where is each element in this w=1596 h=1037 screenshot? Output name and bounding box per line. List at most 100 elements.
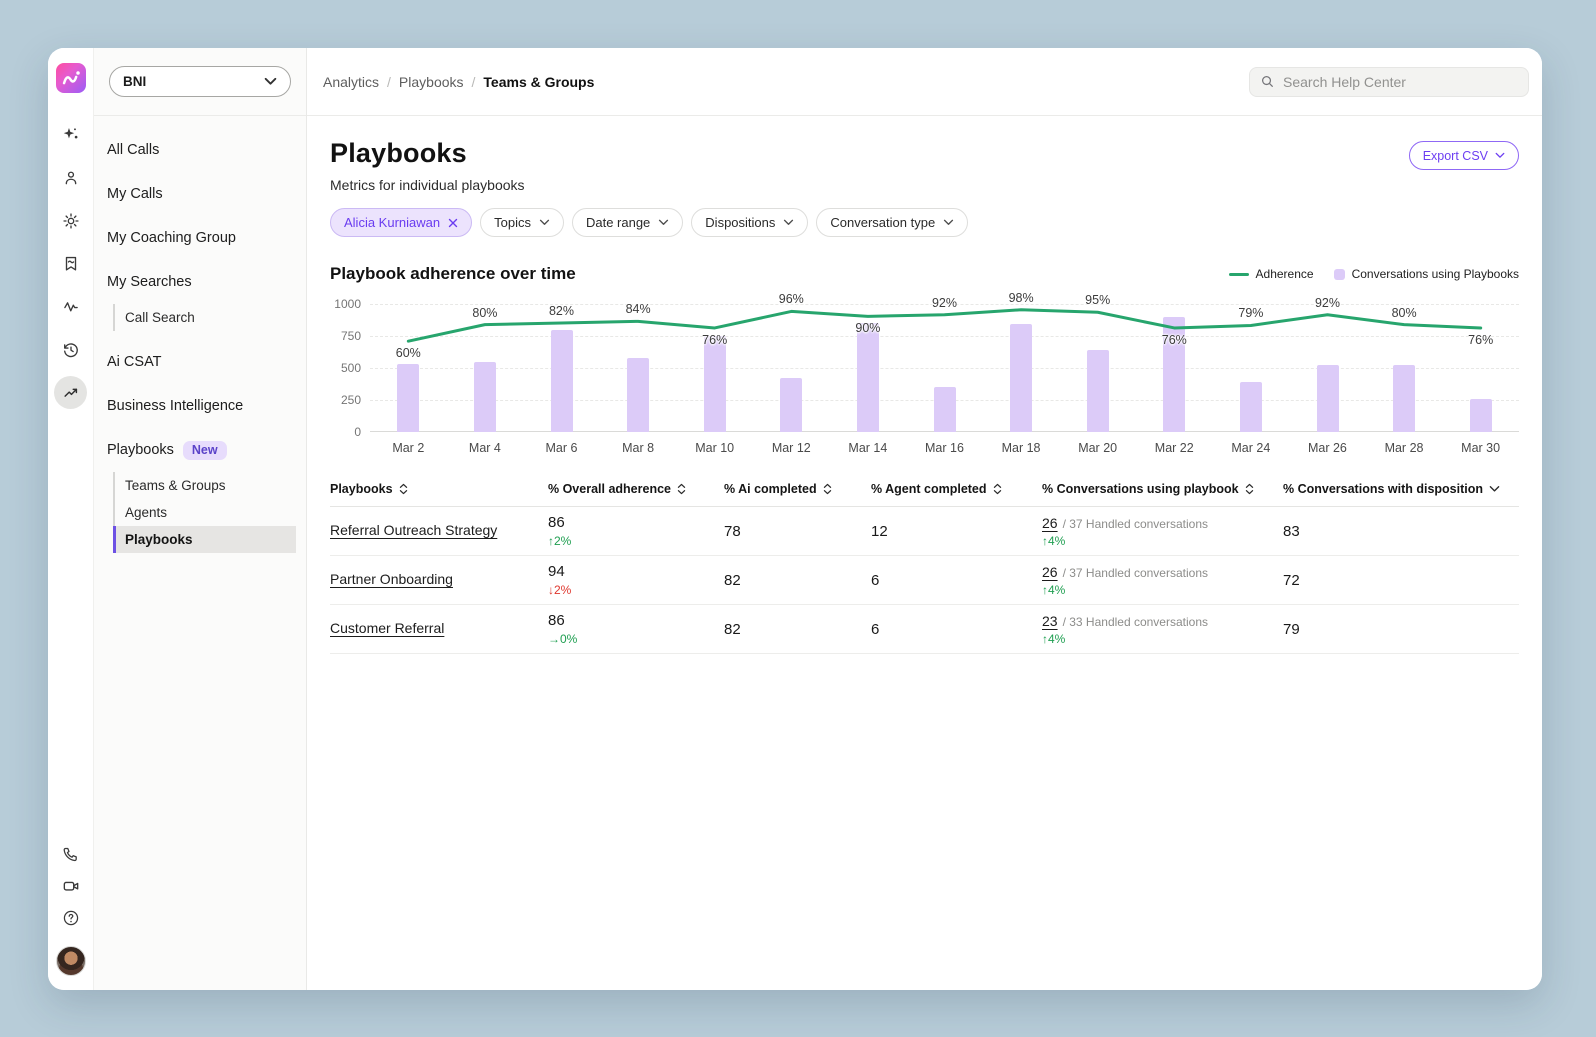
dialpad-ai-logo-icon[interactable] — [56, 63, 86, 93]
active-icon-bubble — [54, 376, 87, 409]
with-disposition-value: 83 — [1283, 523, 1519, 540]
adherence-point-label: 98% — [1009, 291, 1034, 305]
filter-dropdown-label: Dispositions — [705, 215, 775, 230]
x-axis-tick: Mar 20 — [1059, 441, 1136, 455]
sidebar-item-my-coaching-group[interactable]: My Coaching Group — [94, 216, 306, 260]
overall-adherence-delta: →0% — [548, 632, 724, 646]
rail-item-ai-sparkles[interactable] — [48, 113, 94, 156]
help-search[interactable] — [1249, 67, 1529, 97]
sidebar-item-label: Playbooks — [107, 442, 174, 458]
overall-adherence-value: 94 — [548, 563, 724, 580]
ai-completed-value: 82 — [724, 572, 871, 589]
rail-item-video[interactable] — [48, 870, 94, 902]
adherence-point-label: 79% — [1238, 306, 1263, 320]
export-csv-button[interactable]: Export CSV — [1409, 141, 1519, 170]
rail-item-activity[interactable] — [48, 285, 94, 328]
sidebar-item-my-searches[interactable]: My Searches — [94, 260, 306, 304]
table-row: Referral Outreach Strategy86↑2%781226/ 3… — [330, 507, 1519, 556]
adherence-chart: 02505007501000 60%80%82%84%76%96%90%92%9… — [330, 304, 1519, 432]
adherence-point-label: 90% — [855, 321, 880, 335]
filter-dropdown-conversation-type[interactable]: Conversation type — [816, 208, 968, 237]
x-axis-tick: Mar 12 — [753, 441, 830, 455]
breadcrumb-item-playbooks[interactable]: Playbooks — [399, 74, 464, 90]
with-disposition-value: 79 — [1283, 621, 1519, 638]
conversations-using-cell: 23/ 33 Handled conversations↑4% — [1042, 613, 1283, 646]
phone-icon — [62, 846, 79, 863]
x-axis-tick: Mar 14 — [830, 441, 907, 455]
ai-completed-value: 78 — [724, 523, 871, 540]
breadcrumb-separator: / — [472, 74, 476, 90]
column-header-ai-completed[interactable]: % Ai completed — [724, 482, 871, 496]
conversations-line: 26/ 37 Handled conversations — [1042, 515, 1283, 531]
y-axis-tick: 1000 — [334, 297, 361, 311]
breadcrumb-item-teams-groups: Teams & Groups — [483, 74, 594, 90]
breadcrumb-item-analytics[interactable]: Analytics — [323, 74, 379, 90]
playbook-cell: Partner Onboarding — [330, 571, 548, 589]
conversations-bar-swatch — [1334, 269, 1345, 280]
x-axis-tick: Mar 24 — [1213, 441, 1290, 455]
sidebar-subitem-call-search[interactable]: Call Search — [115, 304, 296, 331]
sidebar-subitem-playbooks[interactable]: Playbooks — [115, 526, 296, 553]
sidebar-item-ai-csat[interactable]: Ai CSAT — [94, 340, 306, 384]
rail-item-help[interactable] — [48, 902, 94, 934]
team-selector-dropdown[interactable]: BNI — [109, 66, 291, 97]
conversations-count-link[interactable]: 26 — [1042, 515, 1058, 531]
search-icon — [1260, 74, 1275, 89]
profile-icon — [62, 169, 80, 187]
sidebar-item-playbooks[interactable]: Playbooks New — [94, 428, 306, 472]
sidebar-item-business-intelligence[interactable]: Business Intelligence — [94, 384, 306, 428]
playbook-link[interactable]: Partner Onboarding — [330, 571, 453, 587]
playbook-cell: Customer Referral — [330, 620, 548, 638]
filter-chip-alicia-kurniawan[interactable]: Alicia Kurniawan — [330, 208, 472, 237]
sidebar-item-all-calls[interactable]: All Calls — [94, 128, 306, 172]
settings-icon — [62, 212, 80, 230]
adherence-point-label: 92% — [932, 296, 957, 310]
conversations-count-link[interactable]: 26 — [1042, 564, 1058, 580]
sidebar-subitem-agents[interactable]: Agents — [115, 499, 296, 526]
rail-item-settings[interactable] — [48, 199, 94, 242]
user-avatar[interactable] — [56, 946, 86, 976]
y-axis-tick: 500 — [341, 361, 361, 375]
sidebar-sublist-playbooks: Teams & GroupsAgentsPlaybooks — [113, 472, 306, 553]
sort-icon — [677, 483, 686, 495]
conversations-delta: ↑4% — [1042, 583, 1283, 597]
filter-dropdown-date-range[interactable]: Date range — [572, 208, 683, 237]
page-content: Playbooks Metrics for individual playboo… — [307, 116, 1542, 990]
rail-item-profile[interactable] — [48, 156, 94, 199]
column-header-conversations-with-disposition[interactable]: % Conversations with disposition — [1283, 482, 1519, 496]
chart-legend: Adherence Conversations using Playbooks — [1229, 267, 1519, 281]
rail-item-coaching[interactable] — [48, 242, 94, 285]
playbook-link[interactable]: Customer Referral — [330, 620, 444, 636]
table-header-row: Playbooks% Overall adherence% Ai complet… — [330, 482, 1519, 507]
remove-filter-icon[interactable] — [448, 218, 458, 228]
search-input[interactable] — [1283, 74, 1518, 90]
new-badge: New — [183, 441, 227, 460]
rail-item-phone[interactable] — [48, 838, 94, 870]
chevron-down-icon — [783, 219, 794, 226]
left-icon-rail — [48, 48, 94, 990]
activity-icon — [62, 298, 80, 316]
conversations-count-link[interactable]: 23 — [1042, 613, 1058, 629]
playbook-link[interactable]: Referral Outreach Strategy — [330, 522, 497, 538]
sidebar-item-my-calls[interactable]: My Calls — [94, 172, 306, 216]
filter-dropdown-dispositions[interactable]: Dispositions — [691, 208, 808, 237]
sidebar-item-label: My Calls — [107, 186, 163, 202]
x-axis-tick: Mar 30 — [1442, 441, 1519, 455]
sidebar-subitem-teams-groups[interactable]: Teams & Groups — [115, 472, 296, 499]
app-window: BNI All Calls My Calls My Coaching GroupMy… — [48, 48, 1542, 990]
rail-item-history[interactable] — [48, 328, 94, 371]
column-header-overall-adherence[interactable]: % Overall adherence — [548, 482, 724, 496]
chevron-down-icon — [658, 219, 669, 226]
rail-item-business-intelligence[interactable] — [48, 371, 94, 414]
filter-dropdown-topics[interactable]: Topics — [480, 208, 564, 237]
x-axis-tick: Mar 22 — [1136, 441, 1213, 455]
rail-icon-list — [48, 113, 94, 414]
column-header-conversations-using-playbook[interactable]: % Conversations using playbook — [1042, 482, 1283, 496]
with-disposition-value: 72 — [1283, 572, 1519, 589]
sidebar-top: BNI — [94, 48, 306, 116]
column-header-agent-completed[interactable]: % Agent completed — [871, 482, 1042, 496]
y-axis-tick: 750 — [341, 329, 361, 343]
sidebar: BNI All Calls My Calls My Coaching GroupMy… — [94, 48, 307, 990]
column-header-playbooks[interactable]: Playbooks — [330, 482, 548, 496]
overall-adherence-value: 86 — [548, 514, 724, 531]
